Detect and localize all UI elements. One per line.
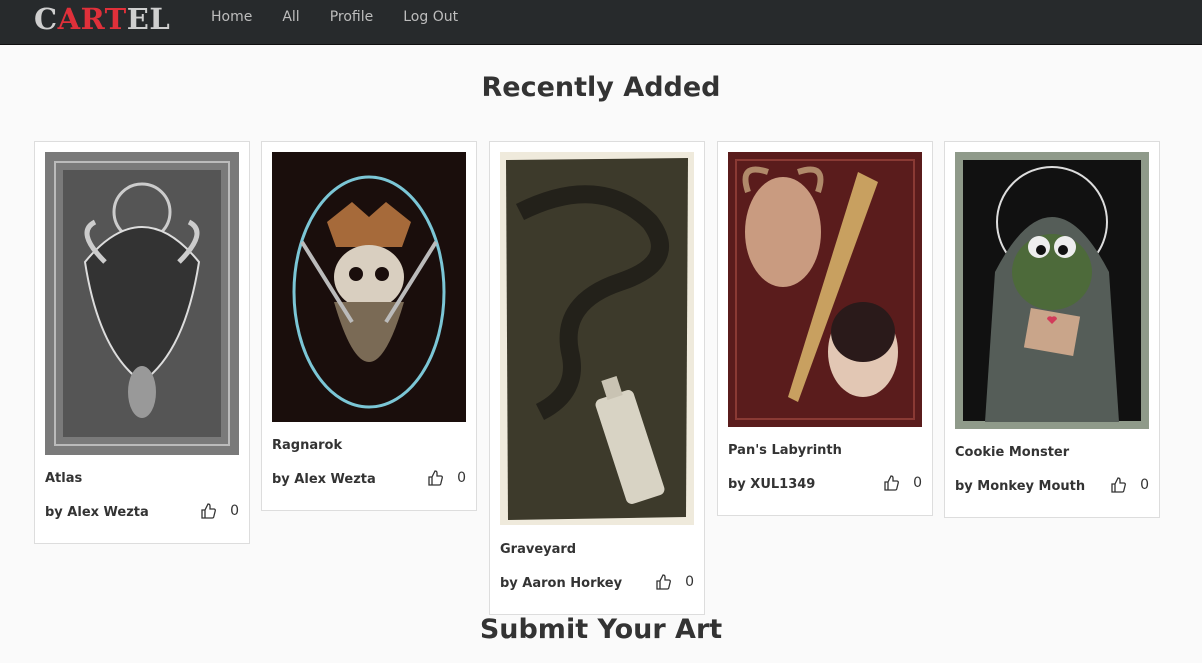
art-title[interactable]: Cookie Monster bbox=[955, 445, 1069, 460]
submit-art-heading: Submit Your Art bbox=[479, 614, 723, 645]
like-count: 0 bbox=[457, 470, 466, 486]
like-count: 0 bbox=[685, 574, 694, 590]
brand-part-2: ART bbox=[57, 2, 127, 36]
art-image-ragnarok[interactable] bbox=[272, 152, 466, 422]
art-author[interactable]: by Aaron Horkey bbox=[500, 576, 622, 591]
thumbs-up-icon[interactable] bbox=[883, 475, 900, 491]
art-image-atlas[interactable] bbox=[45, 152, 239, 455]
art-card-cookie-monster[interactable]: Cookie Monster by Monkey Mouth 0 bbox=[944, 141, 1160, 518]
art-title[interactable]: Atlas bbox=[45, 471, 82, 486]
like-control: 0 bbox=[655, 574, 694, 590]
brand-part-3: EL bbox=[126, 2, 171, 36]
like-count: 0 bbox=[230, 503, 239, 519]
art-title[interactable]: Graveyard bbox=[500, 542, 576, 557]
nav-logout[interactable]: Log Out bbox=[403, 0, 458, 44]
art-author[interactable]: by XUL1349 bbox=[728, 477, 815, 492]
like-control: 0 bbox=[1110, 477, 1149, 493]
art-card-pans-labyrinth[interactable]: Pan's Labyrinth by XUL1349 0 bbox=[717, 141, 933, 516]
art-title[interactable]: Pan's Labyrinth bbox=[728, 443, 842, 458]
thumbs-up-icon[interactable] bbox=[427, 470, 444, 486]
art-author[interactable]: by Alex Wezta bbox=[272, 472, 376, 487]
like-control: 0 bbox=[427, 470, 466, 486]
art-card-ragnarok[interactable]: Ragnarok by Alex Wezta 0 bbox=[261, 141, 477, 511]
brand-part-1: C bbox=[34, 2, 58, 36]
thumbs-up-icon[interactable] bbox=[655, 574, 672, 590]
art-title[interactable]: Ragnarok bbox=[272, 438, 342, 453]
nav-home[interactable]: Home bbox=[211, 0, 252, 44]
art-image-cookie-monster[interactable] bbox=[955, 152, 1149, 429]
thumbs-up-icon[interactable] bbox=[200, 503, 217, 519]
like-count: 0 bbox=[1140, 477, 1149, 493]
nav-profile[interactable]: Profile bbox=[330, 0, 374, 44]
nav-links: Home All Profile Log Out bbox=[211, 0, 488, 44]
recently-added-heading: Recently Added bbox=[481, 72, 721, 103]
art-author[interactable]: by Monkey Mouth bbox=[955, 479, 1085, 494]
art-image-graveyard[interactable] bbox=[500, 152, 694, 525]
navbar: CARTEL Home All Profile Log Out bbox=[0, 0, 1202, 45]
art-author[interactable]: by Alex Wezta bbox=[45, 505, 149, 520]
like-control: 0 bbox=[200, 503, 239, 519]
art-card-graveyard[interactable]: Graveyard by Aaron Horkey 0 bbox=[489, 141, 705, 615]
thumbs-up-icon[interactable] bbox=[1110, 477, 1127, 493]
nav-all[interactable]: All bbox=[282, 0, 299, 44]
art-image-pans-labyrinth[interactable] bbox=[728, 152, 922, 427]
brand-logo[interactable]: CARTEL bbox=[34, 2, 170, 36]
art-card-atlas[interactable]: Atlas by Alex Wezta 0 bbox=[34, 141, 250, 544]
like-control: 0 bbox=[883, 475, 922, 491]
like-count: 0 bbox=[913, 475, 922, 491]
